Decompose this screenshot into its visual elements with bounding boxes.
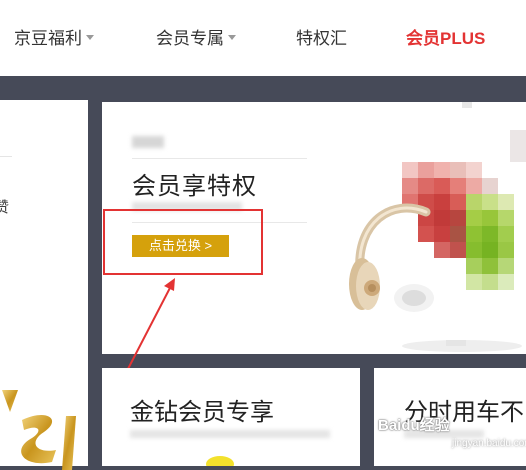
card-title: 金钻会员专享 — [130, 399, 274, 426]
divider — [132, 158, 307, 159]
divider — [0, 156, 12, 157]
headphones-product-image — [349, 102, 526, 352]
highlight-box — [103, 209, 263, 275]
promo-title: 会员享特权 — [132, 173, 257, 200]
nav-item-member-exclusive[interactable]: 会员专属 — [156, 28, 236, 50]
gold-logo-image — [0, 380, 90, 470]
nav-item-label: 特权汇 — [296, 29, 347, 48]
nav-item-jingdou-welfare[interactable]: 京豆福利 — [14, 28, 94, 50]
product-thumbnail — [206, 456, 234, 466]
nav-item-privilege-hub[interactable]: 特权汇 — [296, 28, 347, 50]
caret-down-icon — [228, 35, 236, 41]
nav-item-label: 会员PLUS — [406, 29, 486, 48]
watermark-url: jingyan.baidu.com — [452, 438, 526, 449]
gold-member-card[interactable]: 金钻会员专享 — [102, 368, 360, 466]
blurred-subtitle — [130, 430, 330, 438]
member-privilege-card[interactable]: 会员享特权 点击兑换 > — [102, 102, 526, 354]
watermark-text: Baidu经验 — [378, 417, 450, 434]
partial-text: 赞 — [0, 199, 10, 216]
left-promo-card[interactable]: 赞 — [0, 100, 88, 470]
nav-item-label: 京豆福利 — [14, 29, 82, 48]
nav-separator-strip — [0, 76, 526, 100]
caret-down-icon — [86, 35, 94, 41]
baidu-watermark: Baidu经验 — [378, 414, 450, 435]
nav-item-label: 会员专属 — [156, 29, 224, 48]
nav-item-member-plus[interactable]: 会员PLUS — [406, 28, 485, 50]
top-nav: 京豆福利 会员专属 特权汇 会员PLUS — [0, 0, 526, 76]
blurred-text — [132, 136, 164, 148]
